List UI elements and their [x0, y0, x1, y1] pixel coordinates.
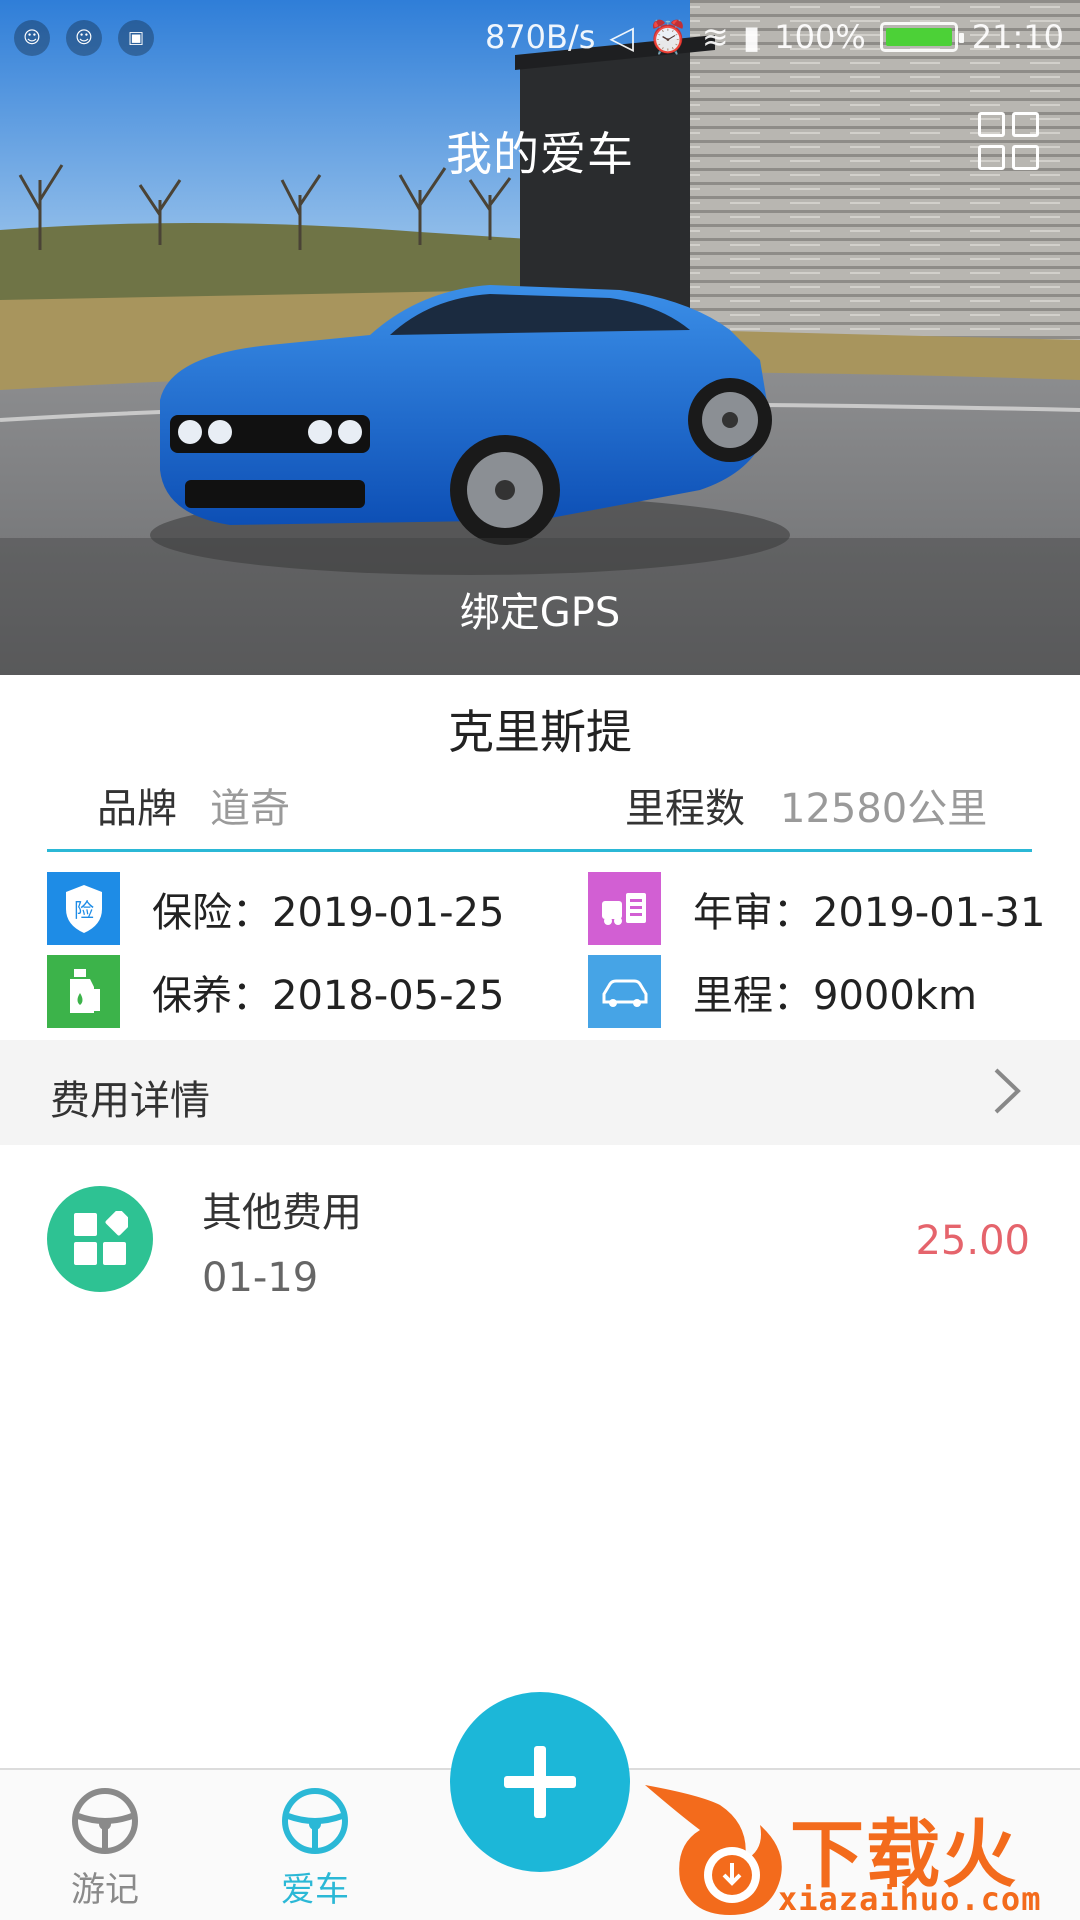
expense-name: 其他费用: [202, 1190, 362, 1236]
tab-youji-label: 游记: [71, 1870, 139, 1910]
car-photo-banner: ☺ ☺ ▣ 870B/s ◁ ⏰ ≋ ▮ 100% 21:10 我的爱车 绑定G…: [0, 0, 1080, 675]
signal-icon: ▮: [742, 18, 761, 56]
status-bar: ☺ ☺ ▣ 870B/s ◁ ⏰ ≋ ▮ 100% 21:10: [0, 0, 1080, 76]
steering-wheel-icon: [72, 1788, 138, 1854]
car-icon: [588, 955, 661, 1028]
mileage-value: 12580公里: [780, 786, 988, 832]
plus-icon: [504, 1746, 576, 1818]
maintenance-date: 保养：2018-05-25: [152, 972, 505, 1019]
mute-icon: ◁: [609, 18, 635, 56]
brand-value: 道奇: [210, 786, 290, 832]
watermark-domain: xiazaihuo.com: [778, 1880, 1042, 1918]
net-speed: 870B/s: [484, 18, 596, 56]
tab-youji[interactable]: 游记: [45, 1786, 165, 1911]
inspection-reminder[interactable]: 年审：2019-01-31: [588, 872, 1045, 945]
car-name: 克里斯提: [448, 705, 632, 759]
battery-percent: 100%: [774, 18, 866, 56]
notification-icon: ☺: [14, 20, 50, 56]
inspection-icon: [588, 872, 661, 945]
mileage-label: 里程数: [625, 786, 745, 832]
mileage-reminder-text: 里程：9000km: [693, 972, 977, 1019]
chevron-right-icon[interactable]: [990, 1066, 1024, 1116]
brand-label: 品牌: [97, 786, 177, 832]
insurance-reminder[interactable]: 险 保险：2019-01-25: [47, 872, 504, 945]
page-title: 我的爱车: [446, 127, 634, 181]
expense-details-title[interactable]: 费用详情: [50, 1068, 210, 1126]
divider: [47, 849, 1032, 852]
clock: 21:10: [971, 18, 1064, 56]
notification-icon: ☺: [66, 20, 102, 56]
tab-aiche-label: 爱车: [281, 1870, 349, 1910]
wifi-icon: ≋: [701, 18, 729, 56]
battery-icon: [879, 22, 964, 52]
add-button[interactable]: [450, 1692, 630, 1872]
alarm-icon: ⏰: [648, 18, 688, 56]
maintenance-icon: [47, 955, 120, 1028]
mileage-reminder[interactable]: 里程：9000km: [588, 955, 977, 1028]
expense-date: 01-19: [202, 1255, 319, 1301]
insurance-icon: 险: [47, 872, 120, 945]
expense-amount: 25.00: [915, 1218, 1030, 1264]
tab-aiche[interactable]: 爱车: [255, 1786, 375, 1911]
other-expense-icon: [47, 1186, 153, 1292]
grid-icon[interactable]: [978, 112, 1044, 174]
bind-gps-label[interactable]: 绑定GPS: [0, 580, 1080, 638]
insurance-icon-glyph: 险: [74, 898, 94, 922]
inspection-date: 年审：2019-01-31: [693, 889, 1046, 936]
steering-wheel-icon: [282, 1788, 348, 1854]
screenshot-icon: ▣: [118, 20, 154, 56]
maintenance-reminder[interactable]: 保养：2018-05-25: [47, 955, 504, 1028]
insurance-date: 保险：2019-01-25: [152, 889, 505, 936]
